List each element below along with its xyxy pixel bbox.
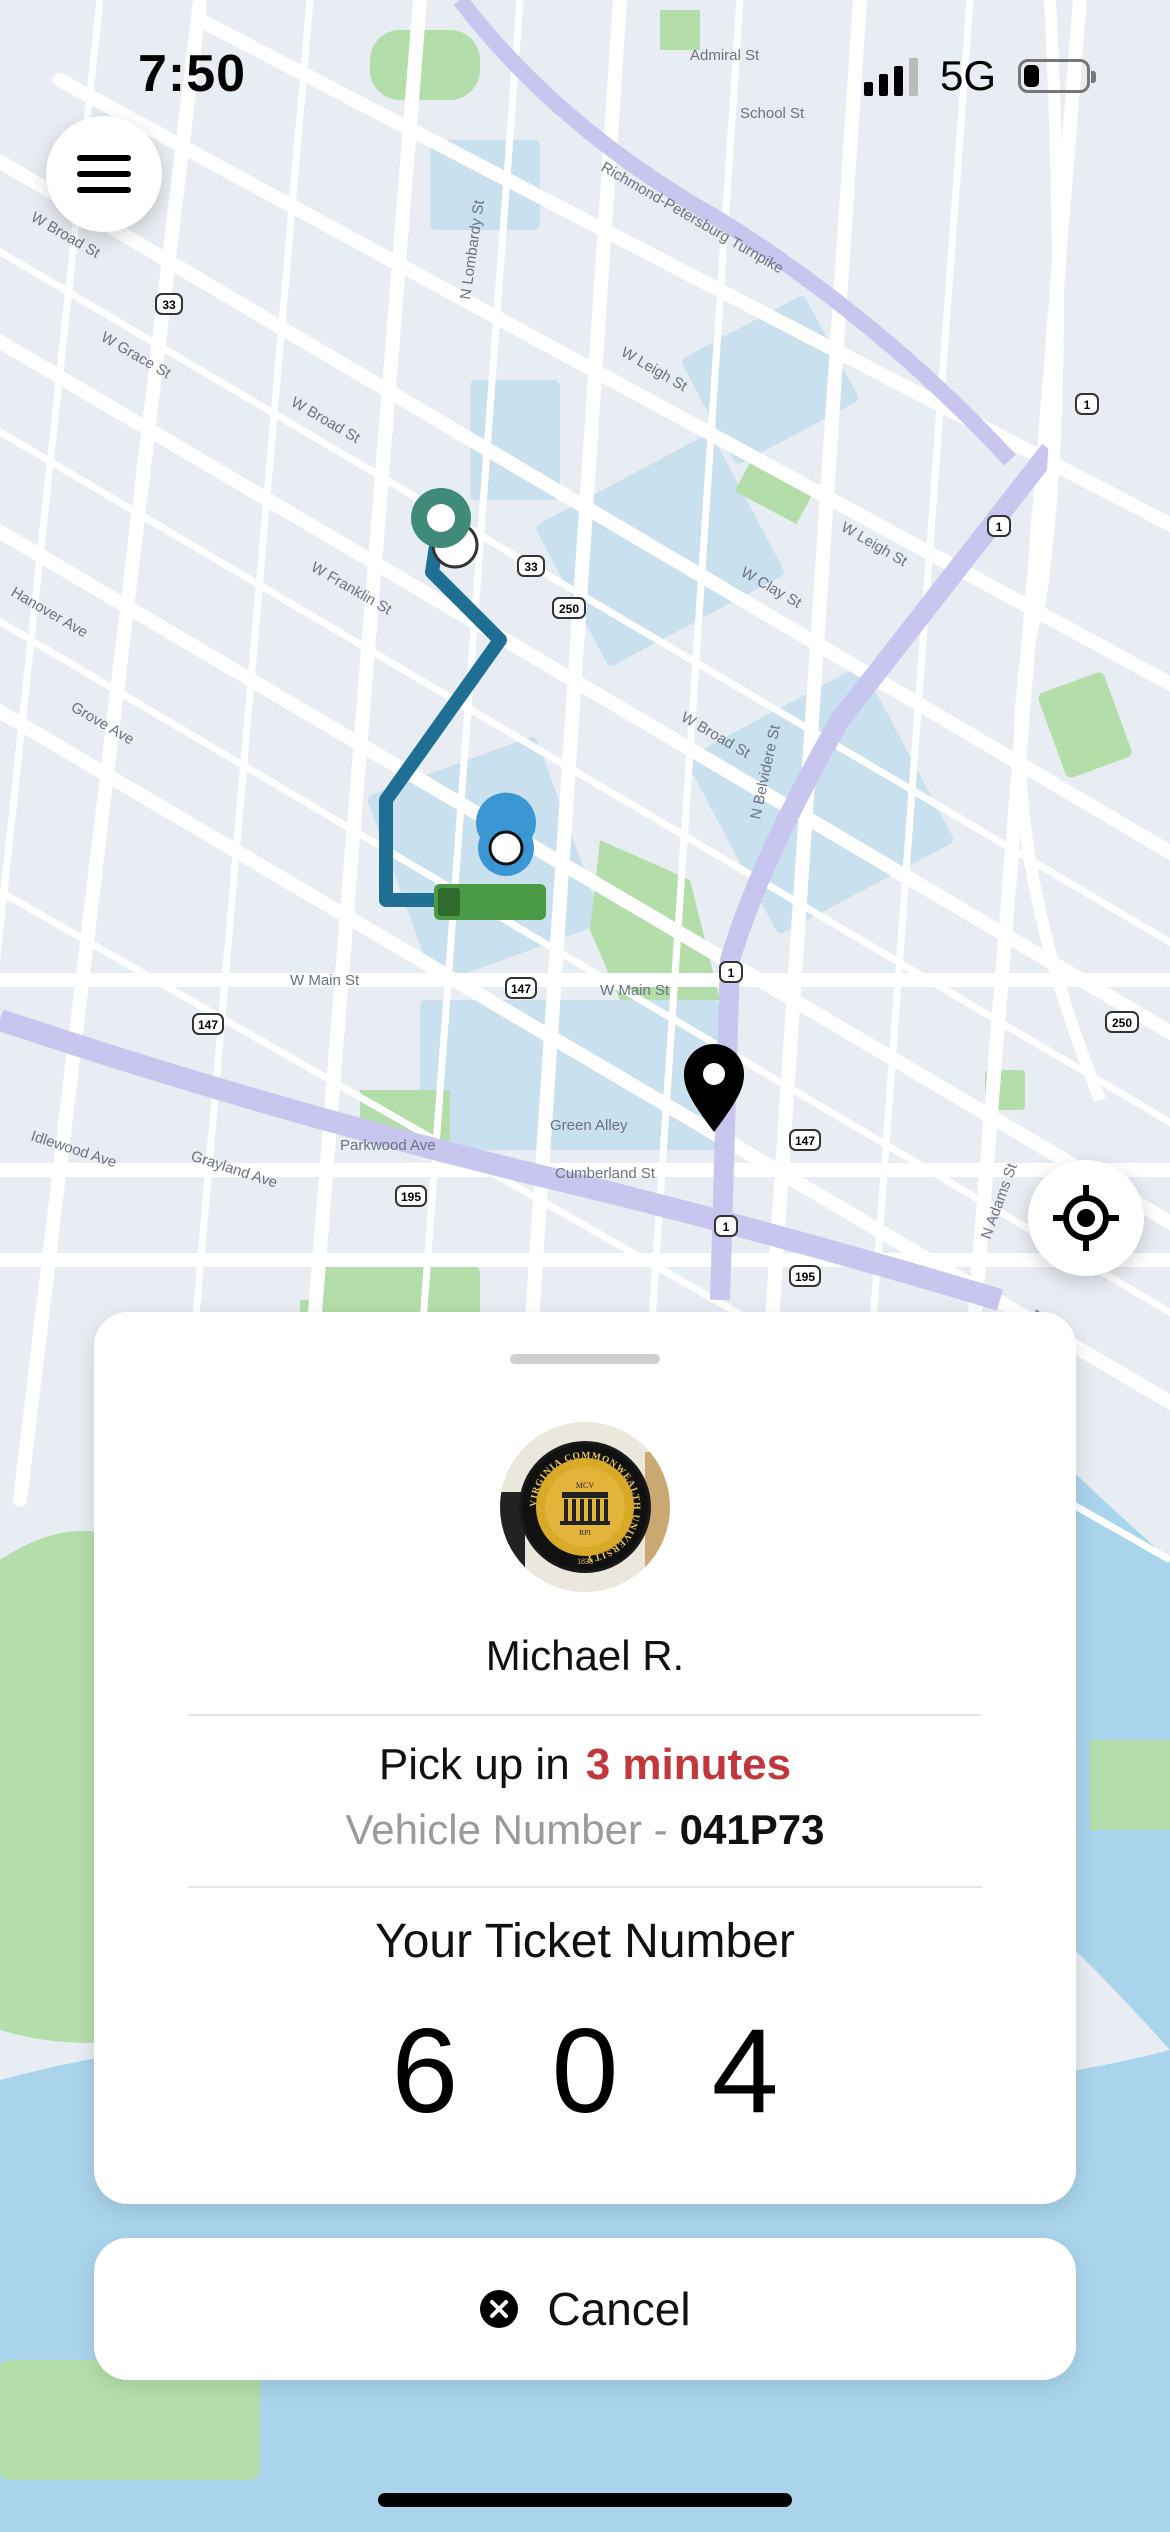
ride-info-card: VIRGINIA COMMONWEALTH UNIVERSITY MCV RPI… (94, 1312, 1076, 2204)
status-bar: 7:50 5G (0, 0, 1170, 150)
svg-text:1: 1 (996, 520, 1003, 534)
close-circle-icon (480, 2290, 519, 2328)
divider (188, 1886, 982, 1888)
seal-year-text: 1838 (577, 1557, 593, 1566)
vehicle-label: Vehicle Number - (345, 1806, 668, 1853)
svg-text:250: 250 (559, 602, 579, 616)
pickup-label: Pick up in (378, 1740, 570, 1789)
locate-me-button[interactable] (1028, 1160, 1144, 1276)
seal-top-text: MCV (576, 1481, 594, 1490)
cancel-button[interactable]: Cancel (94, 2238, 1076, 2380)
svg-text:195: 195 (795, 1270, 815, 1284)
battery-icon (1018, 59, 1096, 93)
network-label: 5G (939, 52, 996, 99)
cancel-label: Cancel (547, 2283, 691, 2335)
svg-text:W Main St: W Main St (290, 972, 360, 989)
svg-text:195: 195 (401, 1190, 421, 1204)
svg-text:W Main St: W Main St (600, 982, 670, 999)
svg-text:1: 1 (1084, 398, 1091, 412)
signal-icon (863, 56, 918, 96)
driver-name: Michael R. (485, 1632, 685, 1679)
sheet-handle[interactable] (510, 1354, 660, 1364)
avatar: VIRGINIA COMMONWEALTH UNIVERSITY MCV RPI… (500, 1422, 670, 1592)
svg-text:Cumberland St: Cumberland St (555, 1165, 656, 1182)
svg-text:33: 33 (162, 298, 176, 312)
svg-text:Parkwood Ave: Parkwood Ave (340, 1137, 436, 1154)
svg-text:250: 250 (1112, 1016, 1132, 1030)
status-time: 7:50 (138, 45, 247, 103)
svg-text:147: 147 (795, 1134, 815, 1148)
svg-text:1: 1 (728, 966, 735, 980)
svg-text:1: 1 (723, 1220, 730, 1234)
seal-bottom-text: RPI (579, 1528, 591, 1537)
hamburger-icon (77, 155, 131, 161)
svg-text:33: 33 (524, 560, 538, 574)
crosshair-icon (1053, 1185, 1119, 1251)
stop-pin-icon (476, 792, 536, 876)
svg-text:Green Alley: Green Alley (550, 1117, 628, 1134)
vehicle-number: 041P73 (679, 1806, 825, 1853)
svg-text:147: 147 (511, 982, 531, 996)
ticket-label: Your Ticket Number (375, 1915, 795, 1968)
pickup-eta-line: Pick up in 3 minutes (94, 1740, 1076, 1790)
home-indicator[interactable] (378, 2493, 792, 2507)
ticket-number: 6 0 4 (391, 2004, 809, 2138)
bus-icon (434, 884, 546, 920)
pickup-eta: 3 minutes (585, 1740, 792, 1789)
divider (188, 1714, 982, 1716)
menu-button[interactable] (46, 116, 162, 232)
svg-text:147: 147 (198, 1018, 218, 1032)
vehicle-line: Vehicle Number -041P73 (94, 1806, 1076, 1854)
